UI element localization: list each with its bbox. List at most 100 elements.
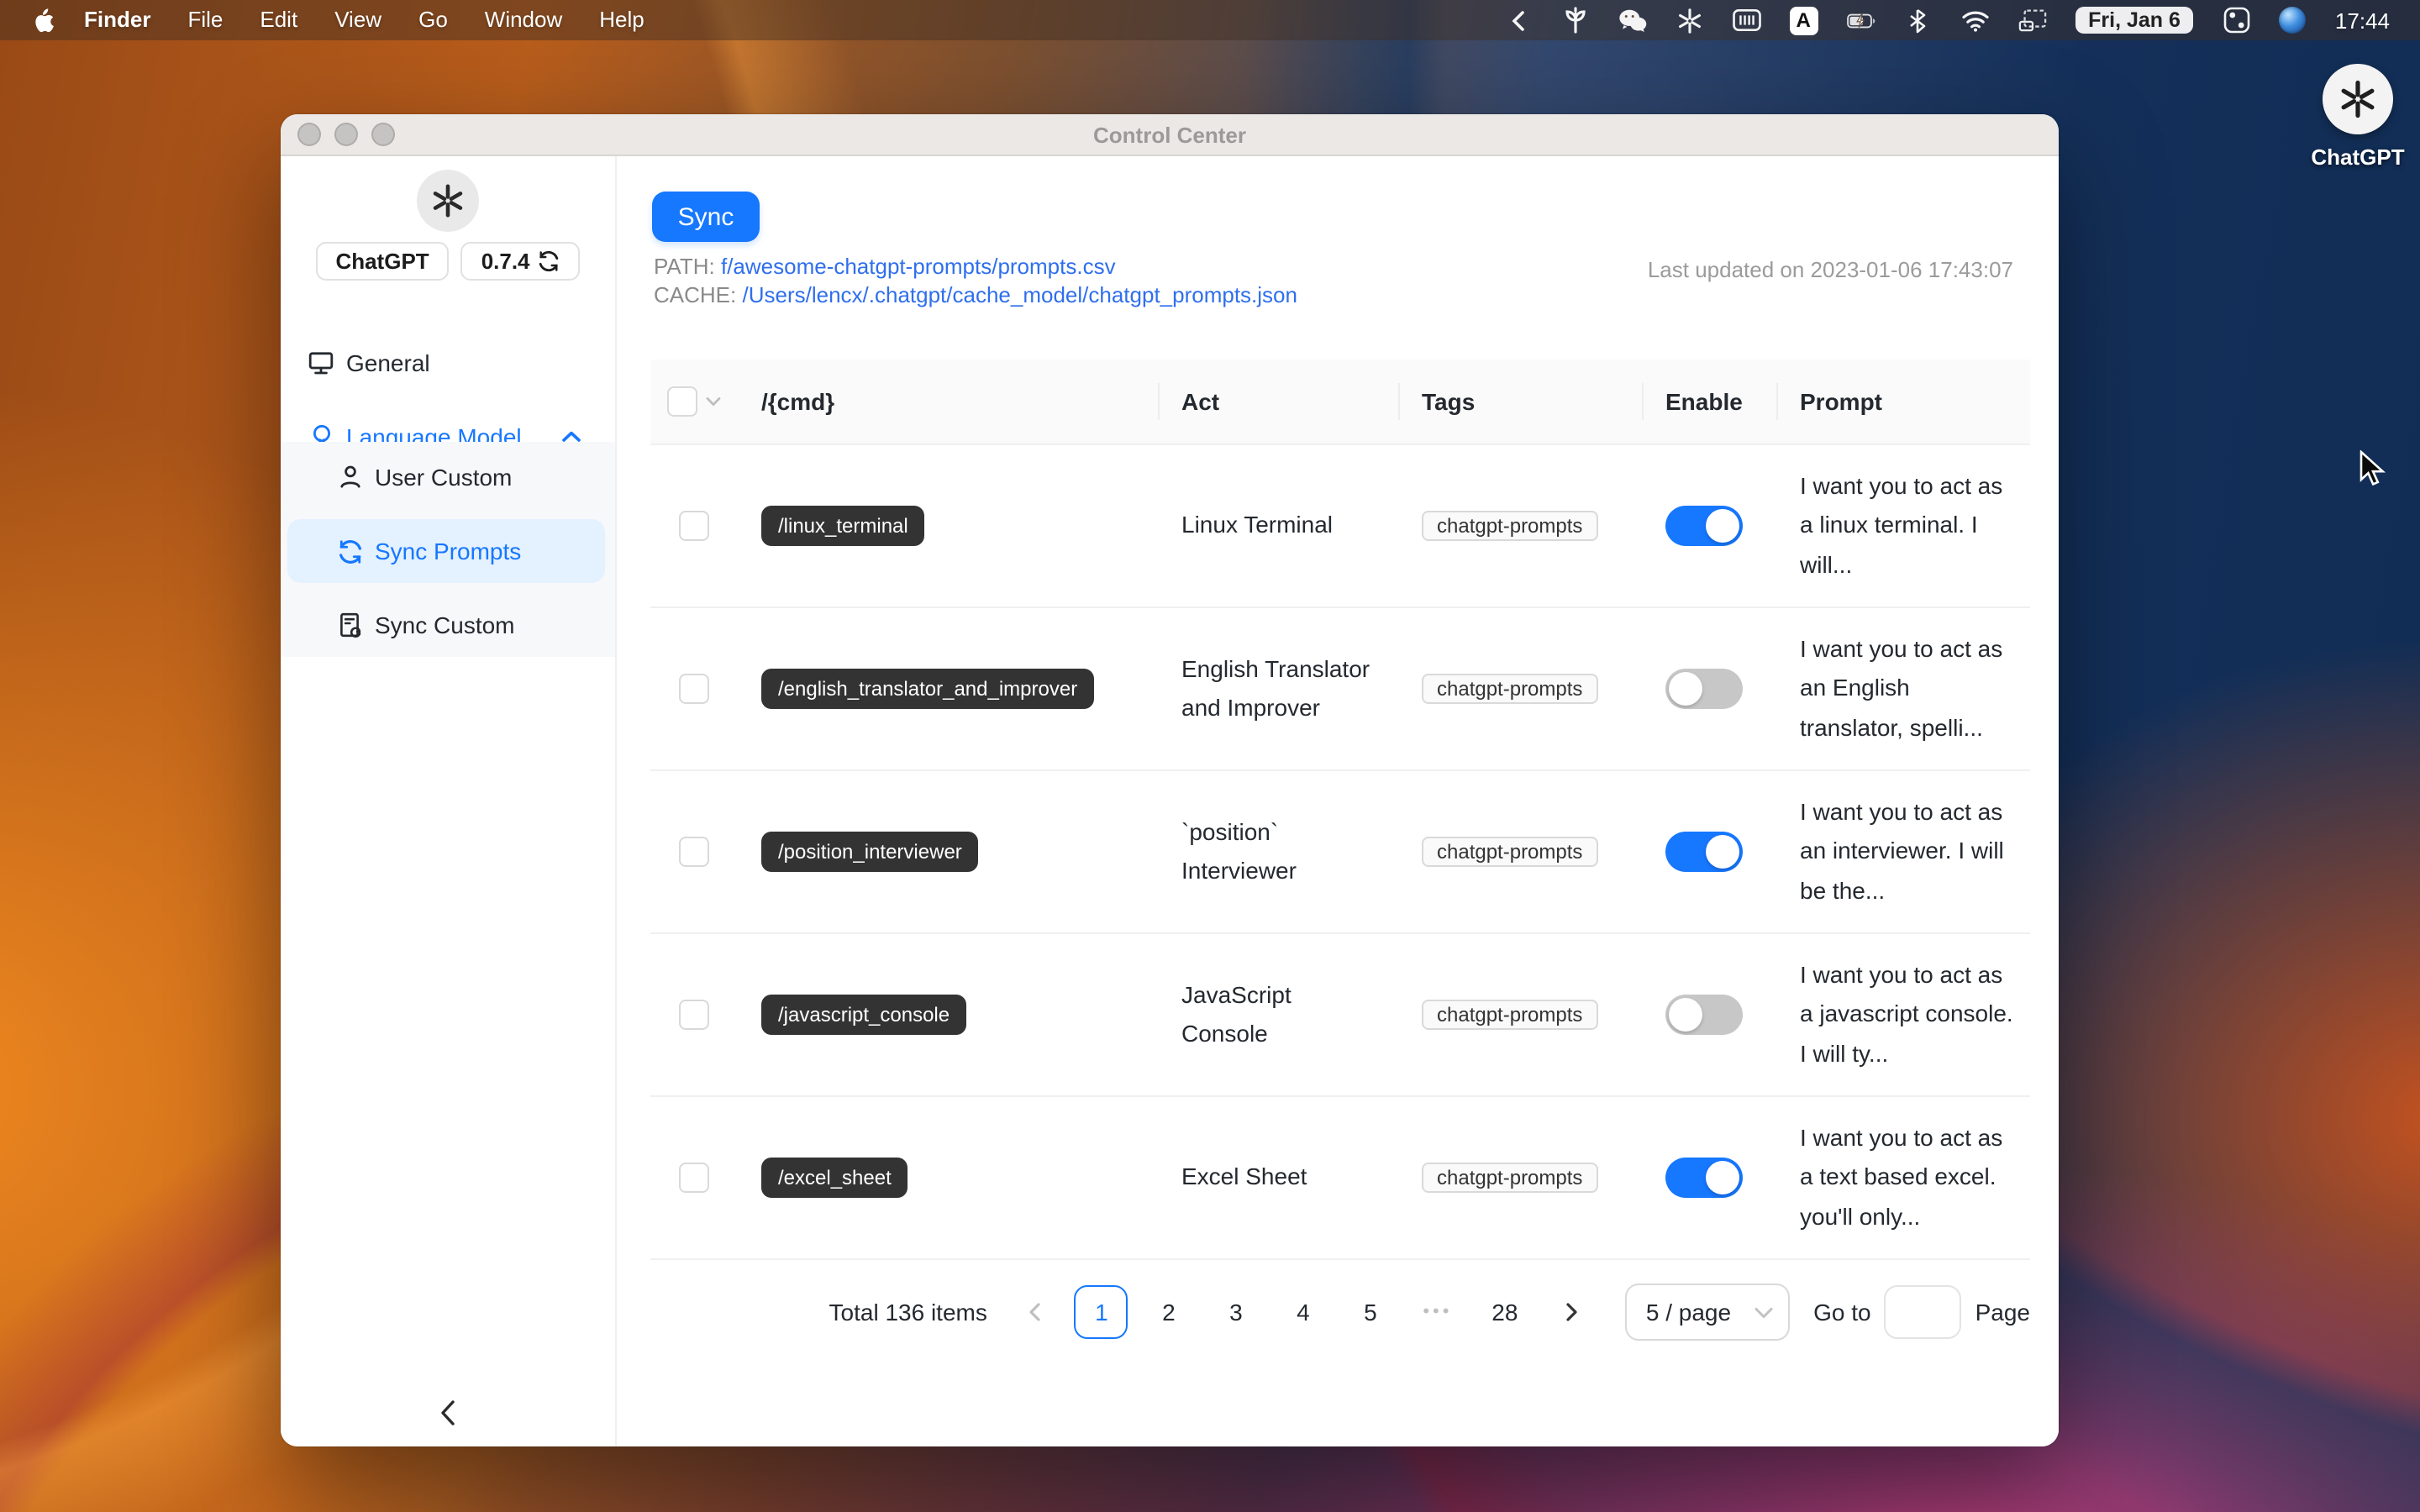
- version-badge[interactable]: 0.7.4: [460, 242, 581, 281]
- row-prompt: I want you to act as a javascript consol…: [1800, 961, 2013, 1067]
- window-titlebar[interactable]: Control Center: [281, 114, 2059, 156]
- sidebar-item-general[interactable]: General: [281, 339, 615, 386]
- sync-button[interactable]: Sync: [652, 192, 760, 242]
- row-checkbox[interactable]: [679, 674, 709, 704]
- table-row: /position_interviewer `position` Intervi…: [650, 771, 2030, 934]
- menubar-time[interactable]: 17:44: [2335, 8, 2390, 33]
- table-row: /javascript_console JavaScript Console c…: [650, 934, 2030, 1097]
- select-all-checkbox[interactable]: [667, 386, 697, 417]
- sidebar-item-user-custom[interactable]: User Custom: [281, 454, 615, 501]
- menu-bar: Finder File Edit View Go Window Help A F…: [0, 0, 2420, 40]
- app-name-badge[interactable]: ChatGPT: [315, 242, 450, 281]
- control-center-icon[interactable]: [2223, 6, 2251, 34]
- row-act: Linux Terminal: [1181, 511, 1334, 538]
- table-header: /{cmd} Act Tags Enable Prompt: [650, 360, 2030, 445]
- refresh-icon[interactable]: [539, 250, 560, 272]
- row-checkbox[interactable]: [679, 1000, 709, 1030]
- page-word-label: Page: [1975, 1299, 2030, 1326]
- row-checkbox[interactable]: [679, 511, 709, 541]
- row-tag: chatgpt-prompts: [1422, 674, 1598, 704]
- collapse-sidebar-button[interactable]: [429, 1394, 466, 1431]
- openai-logo-icon: [2323, 64, 2393, 134]
- table-body: /linux_terminal Linux Terminal chatgpt-p…: [650, 445, 2030, 1260]
- enable-switch[interactable]: [1665, 995, 1743, 1035]
- pagination-page-2[interactable]: 2: [1142, 1285, 1196, 1339]
- table-row: /excel_sheet Excel Sheet chatgpt-prompts…: [650, 1097, 2030, 1260]
- row-checkbox[interactable]: [679, 1163, 709, 1193]
- row-tag: chatgpt-prompts: [1422, 511, 1598, 541]
- pagination-page-3[interactable]: 3: [1209, 1285, 1263, 1339]
- pagination-page-28[interactable]: 28: [1478, 1285, 1532, 1339]
- menubar-view[interactable]: View: [316, 0, 400, 40]
- row-checkbox[interactable]: [679, 837, 709, 867]
- cache-link[interactable]: /Users/lencx/.chatgpt/cache_model/chatgp…: [743, 281, 1297, 307]
- chatgpt-desktop-icon[interactable]: ChatGPT: [2306, 64, 2410, 170]
- language-model-submenu: User Custom Sync Prompts Sync Custom: [281, 442, 615, 657]
- user-icon: [336, 464, 363, 491]
- menubar-file[interactable]: File: [169, 0, 241, 40]
- row-cmd: /english_translator_and_improver: [761, 669, 1095, 709]
- plant-icon[interactable]: [1560, 6, 1589, 34]
- wifi-icon[interactable]: [1960, 6, 1989, 34]
- chevron-left-icon[interactable]: [1503, 6, 1532, 34]
- sync-icon: [336, 538, 363, 564]
- display-mirror-icon[interactable]: [2018, 6, 2046, 34]
- goto-page-input[interactable]: [1884, 1285, 1962, 1339]
- pagination-next-button[interactable]: [1545, 1285, 1599, 1339]
- menubar-edit[interactable]: Edit: [241, 0, 316, 40]
- wechat-icon[interactable]: [1618, 6, 1646, 34]
- path-link[interactable]: f/awesome-chatgpt-prompts/prompts.csv: [721, 254, 1116, 279]
- page-size-value: 5 / page: [1645, 1299, 1732, 1326]
- apple-icon[interactable]: [30, 7, 55, 34]
- selection-dropdown-icon[interactable]: [706, 396, 721, 407]
- pagination: Total 136 items 1 2 3 4 5 ••• 28 5 / page Go t…: [650, 1284, 2030, 1341]
- cache-label: CACHE:: [654, 281, 737, 307]
- screenshot-root: Finder File Edit View Go Window Help A F…: [0, 0, 2420, 1512]
- enable-switch[interactable]: [1665, 832, 1743, 872]
- column-header-enable[interactable]: Enable: [1642, 360, 1776, 444]
- chevron-down-icon: [1754, 1306, 1773, 1318]
- row-act: `position` Interviewer: [1181, 817, 1297, 884]
- row-cmd: /excel_sheet: [761, 1158, 908, 1198]
- menubar-date[interactable]: Fri, Jan 6: [2075, 7, 2194, 34]
- pagination-page-5[interactable]: 5: [1344, 1285, 1397, 1339]
- path-label: PATH:: [654, 254, 715, 279]
- table-row: /linux_terminal Linux Terminal chatgpt-p…: [650, 445, 2030, 608]
- row-prompt: I want you to act as a linux terminal. I…: [1800, 472, 2003, 578]
- table-row: /english_translator_and_improver English…: [650, 608, 2030, 771]
- globe-icon[interactable]: [2279, 7, 2307, 34]
- enable-switch[interactable]: [1665, 669, 1743, 709]
- sidebar-item-sync-prompts[interactable]: Sync Prompts: [287, 519, 605, 583]
- column-header-tags[interactable]: Tags: [1398, 360, 1642, 444]
- version-label: 0.7.4: [481, 249, 530, 274]
- menubar-help[interactable]: Help: [581, 0, 663, 40]
- enable-switch[interactable]: [1665, 1158, 1743, 1198]
- pagination-page-1[interactable]: 1: [1074, 1285, 1128, 1339]
- column-header-act[interactable]: Act: [1158, 360, 1398, 444]
- column-header-cmd[interactable]: /{cmd}: [738, 360, 1158, 444]
- sidebar-item-label: Sync Prompts: [375, 538, 522, 564]
- battery-charging-icon[interactable]: [1846, 6, 1875, 34]
- menubar-go[interactable]: Go: [400, 0, 466, 40]
- row-cmd: /position_interviewer: [761, 832, 979, 872]
- sidebar-item-sync-custom[interactable]: Sync Custom: [281, 601, 615, 648]
- sidebar-item-label: User Custom: [375, 464, 513, 491]
- row-tag: chatgpt-prompts: [1422, 1163, 1598, 1193]
- pagination-prev-button[interactable]: [1007, 1285, 1061, 1339]
- menubar-app-name[interactable]: Finder: [66, 0, 169, 40]
- row-prompt: I want you to act as a text based excel.…: [1800, 1124, 2003, 1230]
- page-size-select[interactable]: 5 / page: [1625, 1284, 1791, 1341]
- monitor-icon: [308, 349, 334, 376]
- pagination-page-4[interactable]: 4: [1276, 1285, 1330, 1339]
- enable-switch[interactable]: [1665, 506, 1743, 546]
- row-cmd: /linux_terminal: [761, 506, 925, 546]
- pagination-total: Total 136 items: [829, 1299, 987, 1326]
- input-a-icon[interactable]: A: [1789, 6, 1818, 34]
- row-cmd: /javascript_console: [761, 995, 967, 1035]
- pagination-ellipsis[interactable]: •••: [1411, 1285, 1465, 1339]
- tuner-icon[interactable]: [1732, 6, 1760, 34]
- bluetooth-icon[interactable]: [1903, 6, 1932, 34]
- openai-icon[interactable]: [1675, 6, 1703, 34]
- column-header-prompt[interactable]: Prompt: [1776, 360, 2030, 444]
- menubar-window[interactable]: Window: [466, 0, 581, 40]
